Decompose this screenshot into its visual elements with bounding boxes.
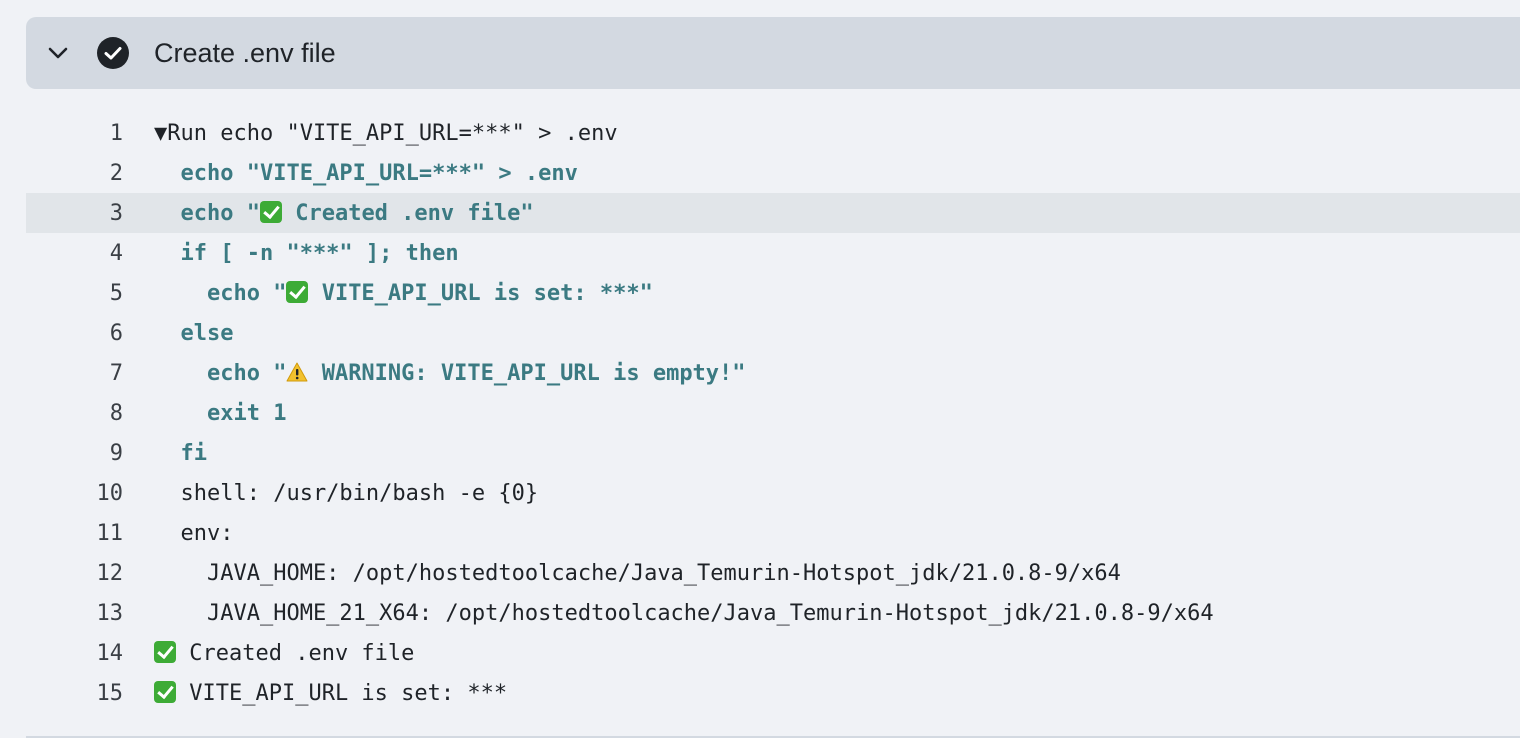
check-mark-icon bbox=[154, 640, 176, 663]
line-text-segment: VITE_API_URL is set: ***" bbox=[308, 280, 653, 306]
line-text-segment: if [ -n "***" ]; then bbox=[154, 240, 459, 266]
line-text-segment: Created .env file" bbox=[281, 200, 534, 226]
line-content: Created .env file bbox=[154, 640, 415, 666]
line-text-segment: echo " bbox=[154, 360, 287, 386]
line-content: ▼Run echo "VITE_API_URL=***" > .env bbox=[154, 121, 618, 146]
log-line[interactable]: 5 echo " VITE_API_URL is set: ***" bbox=[26, 273, 1520, 313]
line-content: env: bbox=[154, 521, 233, 546]
line-content: echo " VITE_API_URL is set: ***" bbox=[154, 280, 653, 306]
chevron-down-icon[interactable] bbox=[46, 41, 70, 65]
line-text-segment: ▼Run echo "VITE_API_URL=***" > .env bbox=[154, 120, 618, 146]
line-content: else bbox=[154, 321, 233, 346]
log-line[interactable]: 4 if [ -n "***" ]; then bbox=[26, 233, 1520, 273]
log-line[interactable]: 1 ▼Run echo "VITE_API_URL=***" > .env bbox=[26, 113, 1520, 153]
success-check-icon bbox=[97, 37, 129, 69]
line-text-segment: WARNING: VITE_API_URL is empty!" bbox=[308, 360, 746, 386]
line-number[interactable]: 12 bbox=[53, 561, 124, 586]
log-line[interactable]: 7 echo " WARNING: VITE_API_URL is empty!… bbox=[26, 353, 1520, 393]
step-title: Create .env file bbox=[154, 38, 336, 68]
line-content: if [ -n "***" ]; then bbox=[154, 240, 459, 266]
line-number[interactable]: 5 bbox=[53, 281, 123, 306]
line-content: fi bbox=[154, 441, 207, 466]
line-content: echo "VITE_API_URL=***" > .env bbox=[154, 160, 578, 186]
log-line[interactable]: 2 echo "VITE_API_URL=***" > .env bbox=[26, 153, 1520, 193]
line-number[interactable]: 13 bbox=[53, 601, 124, 626]
line-number[interactable]: 6 bbox=[53, 321, 123, 346]
line-number[interactable]: 3 bbox=[53, 201, 123, 226]
line-number[interactable]: 2 bbox=[53, 161, 123, 186]
line-number[interactable]: 8 bbox=[53, 401, 123, 426]
line-number[interactable]: 11 bbox=[53, 521, 124, 546]
line-number[interactable]: 10 bbox=[53, 481, 124, 506]
log-line[interactable]: 10 shell: /usr/bin/bash -e {0} bbox=[26, 473, 1520, 513]
line-content: JAVA_HOME: /opt/hostedtoolcache/Java_Tem… bbox=[154, 561, 1121, 586]
line-number[interactable]: 14 bbox=[53, 641, 124, 666]
line-text-segment: exit 1 bbox=[154, 400, 287, 426]
line-text-segment: JAVA_HOME: /opt/hostedtoolcache/Java_Tem… bbox=[154, 560, 1121, 586]
line-content: exit 1 bbox=[154, 401, 286, 426]
log-line[interactable]: 13 JAVA_HOME_21_X64: /opt/hostedtoolcach… bbox=[26, 593, 1520, 633]
log-line[interactable]: 3 echo " Created .env file" bbox=[26, 193, 1520, 233]
line-text-segment: env: bbox=[154, 520, 234, 546]
log-line[interactable]: 8 exit 1 bbox=[26, 393, 1520, 433]
line-content: JAVA_HOME_21_X64: /opt/hostedtoolcache/J… bbox=[154, 601, 1214, 626]
line-text-segment: shell: /usr/bin/bash -e {0} bbox=[154, 480, 539, 506]
log-line[interactable]: 6 else bbox=[26, 313, 1520, 353]
log-line[interactable]: 15 VITE_API_URL is set: *** bbox=[26, 673, 1520, 713]
check-mark-icon bbox=[154, 680, 176, 703]
line-text-segment: echo " bbox=[154, 280, 287, 306]
line-text-segment: else bbox=[154, 320, 234, 346]
check-mark-icon bbox=[259, 200, 282, 223]
line-content: shell: /usr/bin/bash -e {0} bbox=[154, 481, 538, 506]
log-line[interactable]: 14 Created .env file bbox=[26, 633, 1520, 673]
line-content: echo " Created .env file" bbox=[154, 200, 534, 226]
line-text-segment: echo " bbox=[154, 200, 260, 226]
log-output: 1 ▼Run echo "VITE_API_URL=***" > .env 2 ec… bbox=[26, 113, 1520, 713]
line-content: echo " WARNING: VITE_API_URL is empty!" bbox=[154, 361, 746, 386]
line-text-segment: echo "VITE_API_URL=***" > .env bbox=[154, 160, 578, 186]
line-text-segment: fi bbox=[154, 440, 207, 466]
line-number[interactable]: 7 bbox=[53, 361, 123, 386]
line-number[interactable]: 4 bbox=[53, 241, 123, 266]
line-number[interactable]: 1 bbox=[53, 121, 123, 146]
check-mark-icon bbox=[286, 280, 309, 303]
log-line[interactable]: 11 env: bbox=[26, 513, 1520, 553]
line-text-segment: VITE_API_URL is set: *** bbox=[176, 680, 508, 706]
log-line[interactable]: 12 JAVA_HOME: /opt/hostedtoolcache/Java_… bbox=[26, 553, 1520, 593]
line-number[interactable]: 9 bbox=[53, 441, 123, 466]
log-line[interactable]: 9 fi bbox=[26, 433, 1520, 473]
line-number[interactable]: 15 bbox=[53, 681, 124, 706]
step-header[interactable]: Create .env file bbox=[26, 17, 1520, 89]
line-text-segment: Created .env file bbox=[176, 640, 415, 666]
warning-icon bbox=[286, 361, 308, 383]
line-content: VITE_API_URL is set: *** bbox=[154, 680, 508, 706]
line-text-segment: JAVA_HOME_21_X64: /opt/hostedtoolcache/J… bbox=[154, 600, 1214, 626]
